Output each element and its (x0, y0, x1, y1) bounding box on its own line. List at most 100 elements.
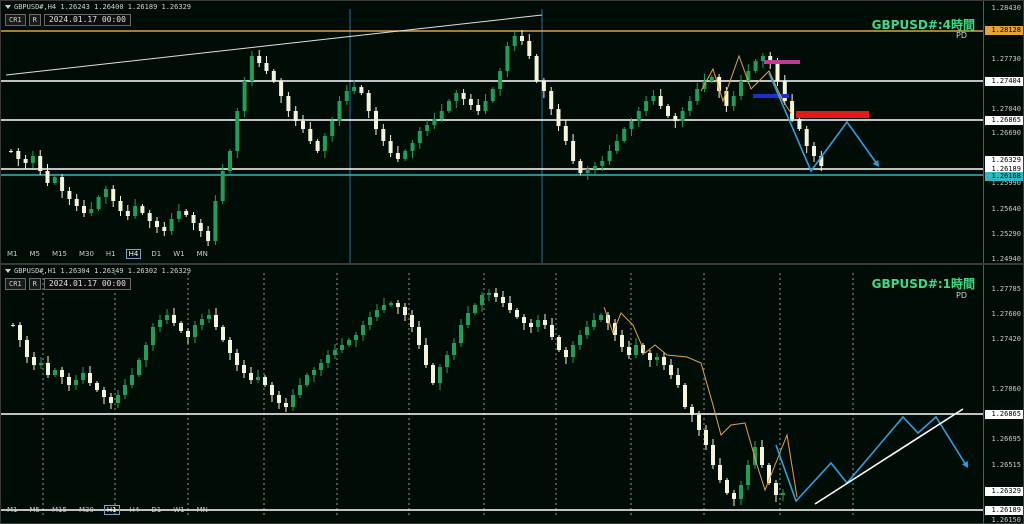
candle-body (140, 206, 145, 213)
candle-body (804, 129, 809, 146)
tf-w1[interactable]: W1 (171, 250, 186, 258)
tf-m30[interactable]: M30 (77, 250, 96, 258)
r-button[interactable]: R (28, 278, 41, 290)
symbol-quote: GBPUSD#,H4 1.26243 1.26400 1.26189 1.263… (14, 3, 192, 11)
axis-label: 1.27060 (991, 385, 1021, 393)
candle-body (725, 480, 729, 493)
collapse-triangle-icon[interactable] (5, 269, 11, 273)
candle-body (235, 111, 240, 151)
tf-m5[interactable]: M5 (28, 506, 43, 514)
candle-body (431, 365, 435, 383)
candle-body (512, 36, 517, 46)
candle-body (563, 126, 568, 141)
tf-d1[interactable]: D1 (149, 250, 163, 258)
candle-body (333, 350, 337, 355)
tf-d1[interactable]: D1 (149, 506, 163, 514)
candle-body (468, 99, 473, 105)
price-plot-area[interactable] (1, 1, 985, 263)
tf-m15[interactable]: M15 (50, 250, 69, 258)
price-plot-area[interactable] (1, 265, 985, 523)
price-tag-current: 1.26329 (985, 156, 1023, 165)
tf-mn[interactable]: MN (195, 506, 210, 514)
candle-body (200, 319, 204, 325)
candle-body (592, 320, 596, 327)
candle-body (452, 343, 456, 355)
cr-button[interactable]: CR1 (5, 278, 26, 290)
tf-m1[interactable]: M1 (5, 506, 20, 514)
tf-h1[interactable]: H1 (104, 250, 118, 258)
candle-body (326, 355, 330, 363)
candle-body (718, 465, 722, 480)
candle-body (658, 96, 663, 106)
candle-body (103, 189, 108, 197)
candle-body (67, 191, 72, 199)
candle-body (746, 71, 751, 81)
chart-window-h1[interactable]: GBPUSD#,H1 1.26304 1.26349 1.26302 1.263… (0, 264, 1024, 524)
candle-body (354, 335, 358, 340)
candle-body (662, 357, 666, 365)
candle-body (123, 385, 127, 395)
candle-body (636, 111, 641, 121)
tf-m15[interactable]: M15 (50, 506, 69, 514)
price-axis[interactable]: 1.28430 1.27730 1.27040 1.26690 1.25990 … (983, 1, 1023, 263)
candle-body (368, 317, 372, 325)
price-axis[interactable]: 1.27785 1.27600 1.27420 1.27060 1.26695 … (983, 265, 1023, 523)
candle-body (607, 151, 612, 161)
price-tag: 1.26865 (985, 116, 1023, 125)
cr-button[interactable]: CR1 (5, 14, 26, 26)
candle-body (207, 315, 211, 319)
candle-body (301, 121, 305, 129)
candle-body (680, 111, 685, 121)
axis-label: 1.26515 (991, 461, 1021, 469)
candle-body (683, 385, 687, 407)
date-input[interactable]: 2024.01.17 00:00 (43, 278, 131, 290)
price-chart-svg[interactable] (1, 265, 985, 524)
candle-body (520, 36, 524, 41)
candle-body (425, 125, 430, 131)
candle-body (549, 91, 554, 109)
candle-body (556, 109, 561, 126)
tf-mn[interactable]: MN (195, 250, 210, 258)
tf-h4[interactable]: H4 (125, 249, 142, 259)
candle-body (165, 315, 169, 320)
candle-body (277, 395, 281, 403)
tf-m30[interactable]: M30 (77, 506, 96, 514)
date-input[interactable]: 2024.01.17 00:00 (43, 14, 131, 26)
tf-m5[interactable]: M5 (28, 250, 43, 258)
candle-body (508, 303, 512, 310)
candle-body (629, 121, 634, 129)
candle-body (389, 303, 393, 305)
collapse-triangle-icon[interactable] (5, 5, 11, 9)
candle-body (673, 116, 678, 121)
candle-body (359, 87, 364, 93)
candle-body (155, 221, 159, 227)
candle-body (527, 41, 532, 56)
chart-window-h4[interactable]: GBPUSD#,H4 1.26243 1.26400 1.26189 1.263… (0, 0, 1024, 264)
candle-body (286, 96, 291, 111)
candle-body (361, 325, 365, 335)
candle-body (340, 345, 344, 350)
tf-h1[interactable]: H1 (103, 505, 120, 515)
candle-body (529, 323, 533, 327)
tf-m1[interactable]: M1 (5, 250, 20, 258)
tf-w1[interactable]: W1 (171, 506, 186, 514)
candle-body (81, 373, 85, 380)
axis-label: 1.26690 (991, 129, 1021, 137)
candle-body (257, 56, 262, 63)
candle-body (347, 340, 351, 345)
candle-body (16, 151, 21, 159)
candle-body (11, 325, 15, 326)
zone-blue (753, 94, 789, 98)
r-button[interactable]: R (28, 14, 41, 26)
candle-body (96, 197, 101, 209)
tf-h4[interactable]: H4 (128, 506, 142, 514)
price-chart-svg[interactable] (1, 1, 985, 264)
candle-body (424, 345, 428, 365)
candle-body (690, 407, 694, 415)
candle-body (476, 105, 481, 111)
candle-body (490, 89, 495, 101)
candle-body (494, 293, 498, 297)
candle-body (498, 71, 503, 89)
candle-body (60, 370, 64, 377)
candle-body (116, 395, 120, 403)
